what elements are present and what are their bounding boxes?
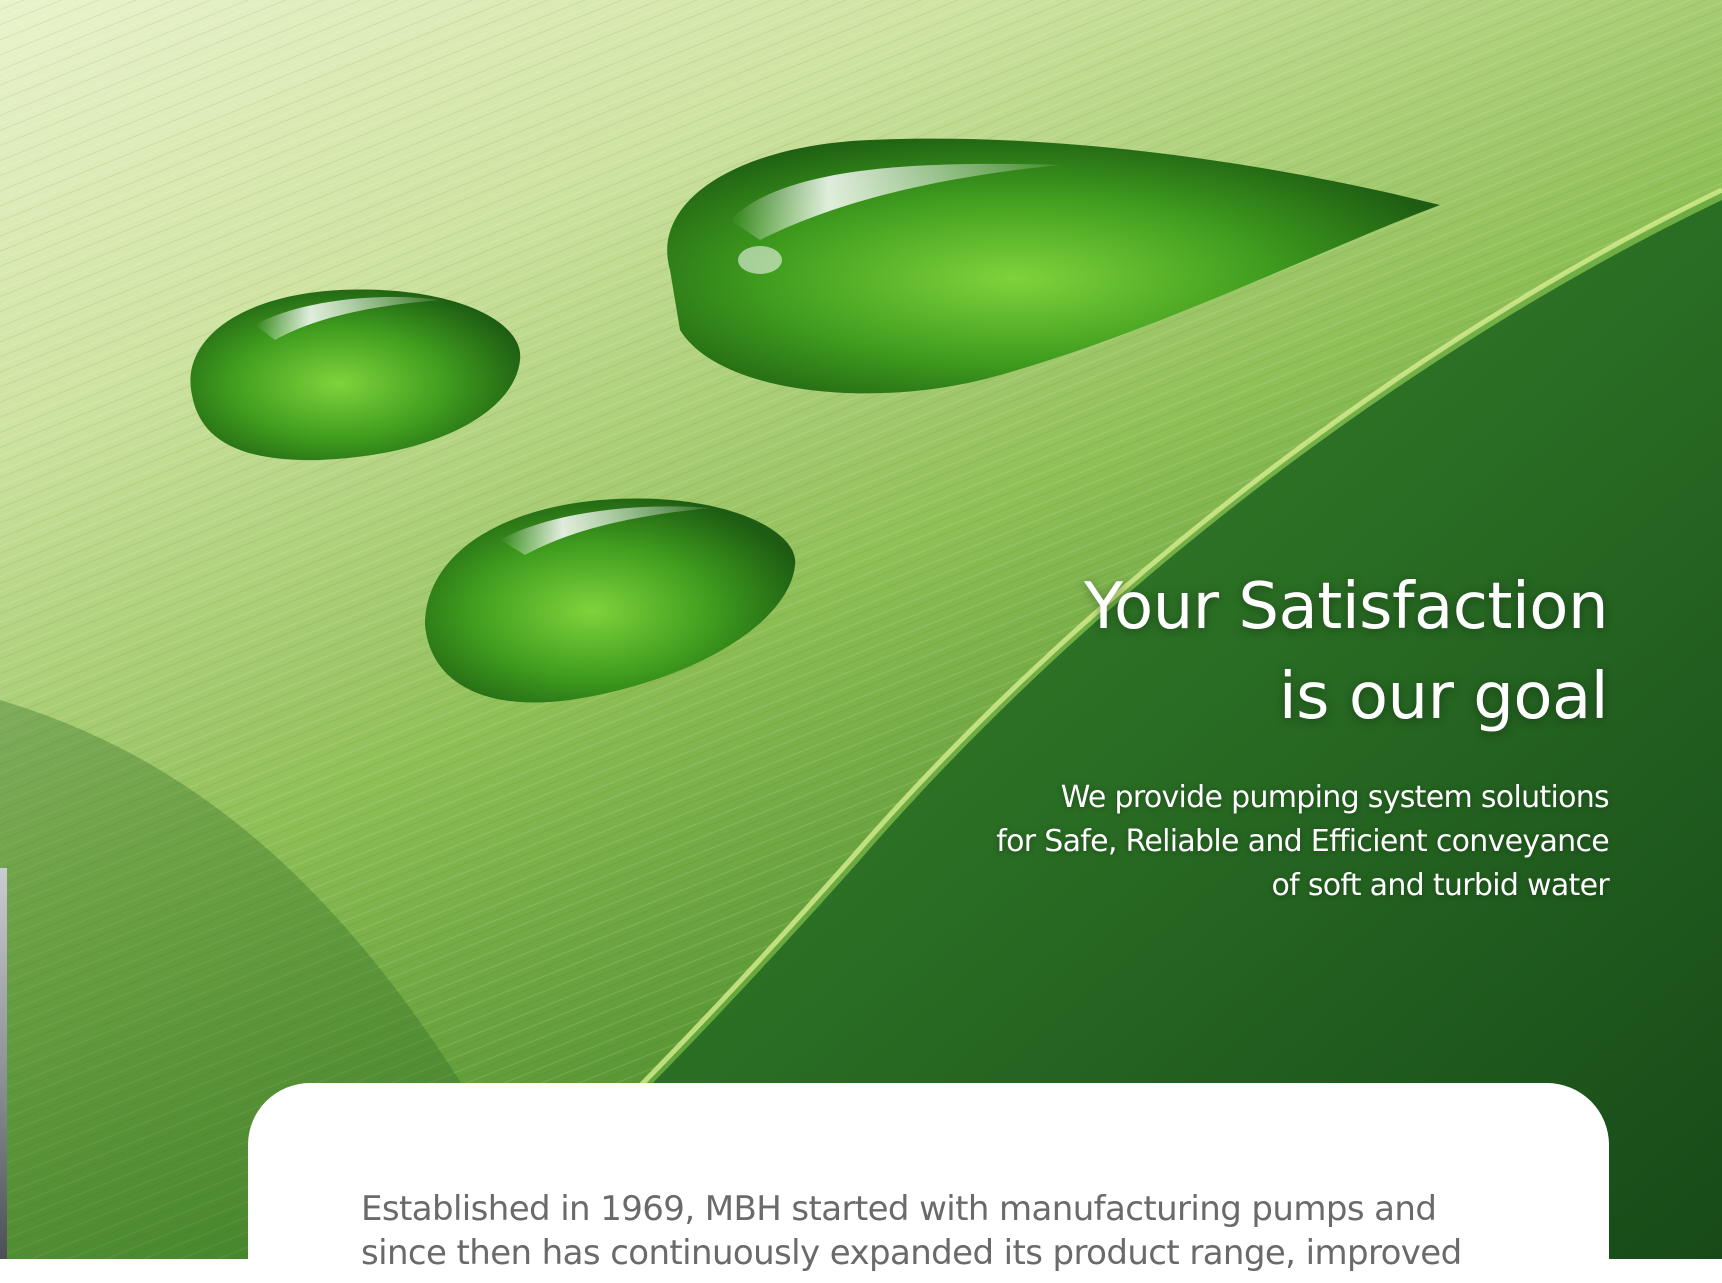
subline-line-2: for Safe, Reliable and Efficient conveya… — [996, 824, 1609, 859]
subline-line-1: We provide pumping system solutions — [1060, 780, 1610, 815]
content-card: Established in 1969, MBH started with ma… — [248, 1083, 1609, 1283]
hero-headline: Your Satisfaction is our goal — [708, 562, 1609, 742]
headline-line-2: is our goal — [1278, 660, 1609, 734]
paragraph-line-1: Established in 1969, MBH started with ma… — [361, 1189, 1437, 1229]
hero-subline: We provide pumping system solutions for … — [789, 776, 1609, 908]
left-edge-photo-strip — [0, 868, 7, 1259]
headline-line-1: Your Satisfaction — [1083, 570, 1609, 644]
paragraph-line-2: since then has continuously expanded its… — [361, 1233, 1462, 1273]
intro-paragraph: Established in 1969, MBH started with ma… — [361, 1187, 1561, 1275]
subline-line-3: of soft and turbid water — [1271, 868, 1610, 903]
